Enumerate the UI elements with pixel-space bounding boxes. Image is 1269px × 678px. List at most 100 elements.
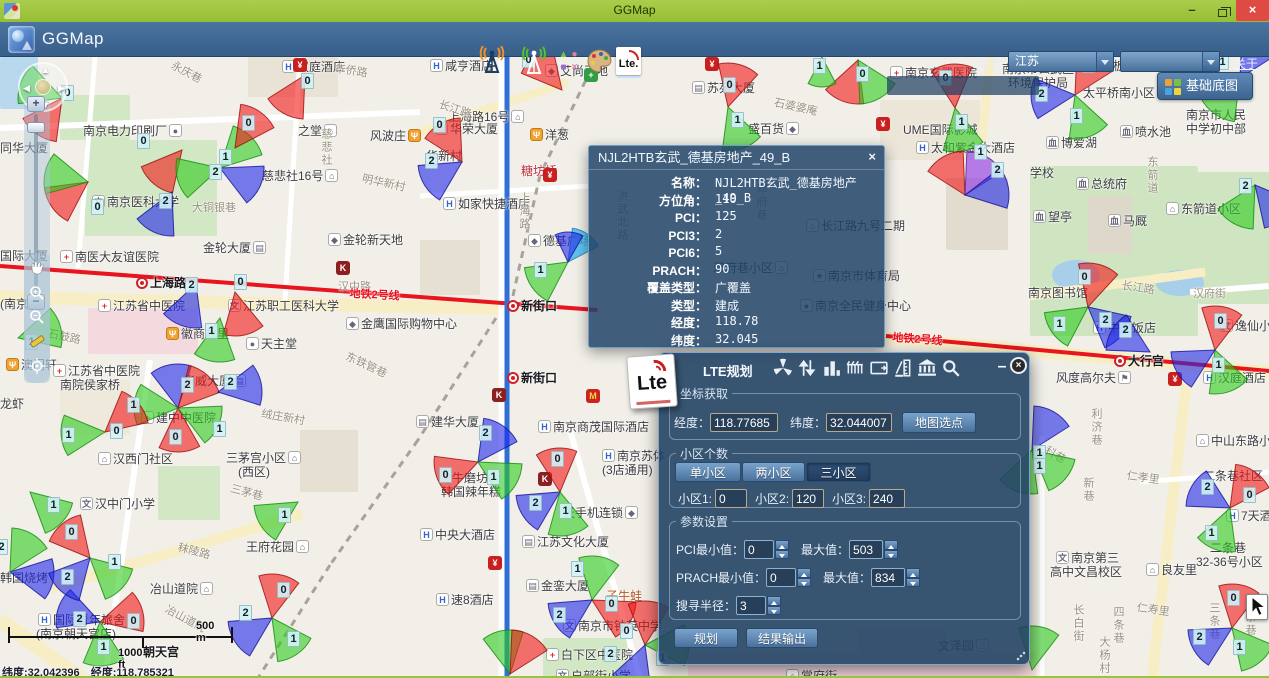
sector-id-chip: 0	[127, 613, 140, 629]
zoom-out-tool[interactable]	[28, 309, 46, 327]
district-dropdown-arrow-icon[interactable]	[1202, 52, 1219, 71]
lte-planning-icon[interactable]: Lte.	[616, 47, 641, 75]
antenna-signal-orange-icon[interactable]	[478, 46, 506, 76]
map-label: 龙虾	[0, 395, 24, 412]
bldg-poi-icon: ▤	[416, 415, 429, 428]
search-icon[interactable]	[941, 358, 963, 378]
lte-badge-text: Lte	[628, 370, 675, 396]
lat-input[interactable]	[826, 413, 892, 432]
pci-min-spinner[interactable]	[775, 540, 789, 559]
window-minimize-button[interactable]: –	[1178, 0, 1206, 21]
sector-id-chip: 1	[731, 112, 744, 128]
dialog-resize-grip[interactable]	[1016, 651, 1026, 661]
cell-sector[interactable]	[510, 630, 547, 674]
map-label: 32-36号小区	[1196, 553, 1263, 570]
bar-chart-icon[interactable]	[821, 358, 843, 378]
map-label: 仁寿里	[1136, 599, 1171, 619]
sector-id-chip: 2	[529, 495, 542, 511]
prach-max-input[interactable]	[871, 568, 905, 587]
swap-vertical-icon[interactable]	[797, 358, 819, 378]
sector-id-chip: 2	[425, 153, 438, 169]
popup-field-row: 类型：建成	[589, 297, 878, 315]
ruler-icon[interactable]	[893, 358, 915, 378]
antenna-signal-green-icon[interactable]	[520, 46, 548, 76]
result-output-button[interactable]: 结果输出	[746, 628, 818, 648]
prach-min-spinner[interactable]	[797, 568, 811, 587]
city-dropdown[interactable]: 江苏	[1008, 51, 1114, 72]
pan-left-icon[interactable]: ◀	[23, 83, 30, 94]
prach-min-input[interactable]	[766, 568, 796, 587]
city-dropdown-arrow-icon[interactable]	[1096, 52, 1113, 71]
map-label: +南医大友谊医院	[60, 248, 159, 265]
popup-close-icon[interactable]: ×	[868, 149, 876, 164]
bank-icon[interactable]	[917, 358, 939, 378]
home-poi-icon: ⌂	[511, 110, 524, 123]
palette-icon[interactable]	[586, 48, 612, 74]
pan-up-icon[interactable]: ▲	[41, 65, 50, 75]
sector-id-chip: 2	[73, 611, 86, 627]
ggmap-logo-icon	[8, 26, 35, 53]
popup-field-row: 名称：NJL2HTB玄武_德基房地产_49_B	[589, 174, 878, 192]
sector-id-chip: 2	[1099, 312, 1112, 328]
map-pick-button[interactable]: 地图选点	[902, 412, 976, 433]
pan-right-icon[interactable]: ▶	[58, 83, 65, 94]
sector-id-chip: 2	[0, 539, 8, 555]
pan-center[interactable]	[35, 79, 51, 95]
map-label: 风波庄Ψ	[370, 127, 421, 144]
mode-single-cell-button[interactable]: 单小区	[675, 462, 741, 482]
radius-input[interactable]	[736, 596, 766, 615]
locate-tool[interactable]	[28, 358, 46, 376]
dialog-minimize-button[interactable]: –	[995, 358, 1009, 376]
pci-max-spinner[interactable]	[884, 540, 898, 559]
map-label: 王府花园⌂	[246, 538, 309, 555]
zoom-knob[interactable]	[27, 122, 45, 133]
sector-id-chip: 0	[620, 623, 633, 639]
map-label: 高中文昌校区	[1050, 563, 1122, 580]
map-label: H7天酒店	[1226, 507, 1269, 524]
lng-input[interactable]	[710, 413, 778, 432]
home-poi-icon: ⌂	[1146, 563, 1159, 576]
lng-label: 经度：	[674, 414, 710, 431]
pci-max-input[interactable]	[849, 540, 883, 559]
sector-id-chip: 0	[137, 133, 150, 149]
zoom-in-tool[interactable]	[28, 285, 46, 303]
sector-id-chip: 0	[110, 423, 123, 439]
cell3-input[interactable]	[869, 489, 905, 508]
map-label: 金轮大厦▤	[203, 239, 266, 256]
sector-id-chip: 1	[97, 639, 110, 655]
window-maximize-button[interactable]	[1208, 0, 1236, 21]
school-poi-icon: 文	[80, 497, 93, 510]
cell-sector[interactable]	[228, 618, 272, 656]
prach-max-spinner[interactable]	[906, 568, 920, 587]
map-tools	[24, 253, 50, 383]
about-link[interactable]: 关于	[1234, 55, 1258, 72]
plan-button[interactable]: 规划	[674, 628, 738, 648]
sector-fan-icon[interactable]	[773, 358, 795, 378]
measure-tool[interactable]	[28, 333, 46, 351]
cell1-input[interactable]	[715, 489, 747, 508]
mode-two-cells-button[interactable]: 两小区	[742, 462, 805, 482]
ggmap-window: 永庆巷H汉庭酒店华侨路H咸亨酒店◆艾尚天地▤苏苑大厦+南京玄武医院南京市玄武区环…	[0, 0, 1269, 678]
pan-hand-tool[interactable]	[28, 260, 46, 278]
fence-icon[interactable]	[845, 358, 867, 378]
window-close-button[interactable]: ×	[1236, 0, 1269, 21]
pci-min-input[interactable]	[744, 540, 774, 559]
district-dropdown[interactable]	[1120, 51, 1220, 72]
screen-select-icon[interactable]	[869, 358, 891, 378]
zoom-in-button[interactable]: +	[27, 96, 45, 112]
home-poi-icon: ⌂	[98, 452, 111, 465]
basemap-button[interactable]: 基础底图	[1157, 72, 1253, 100]
map-area	[158, 466, 220, 520]
radius-spinner[interactable]	[767, 596, 781, 615]
sector-id-chip: 2	[224, 374, 237, 390]
map-label: ▤金銮大厦	[526, 577, 589, 594]
legend-shapes-icon[interactable]: ▲● ■×	[558, 49, 582, 75]
sector-id-chip: 2	[61, 569, 74, 585]
bldg-poi-icon: ▤	[692, 81, 705, 94]
mode-three-cells-button[interactable]: 三小区	[806, 462, 871, 482]
sector-id-chip: 0	[91, 199, 104, 215]
map-label: 绒庄新村	[260, 405, 306, 428]
cell2-input[interactable]	[792, 489, 824, 508]
dialog-close-button[interactable]: ×	[1010, 357, 1027, 374]
cell-sector[interactable]	[220, 166, 264, 203]
